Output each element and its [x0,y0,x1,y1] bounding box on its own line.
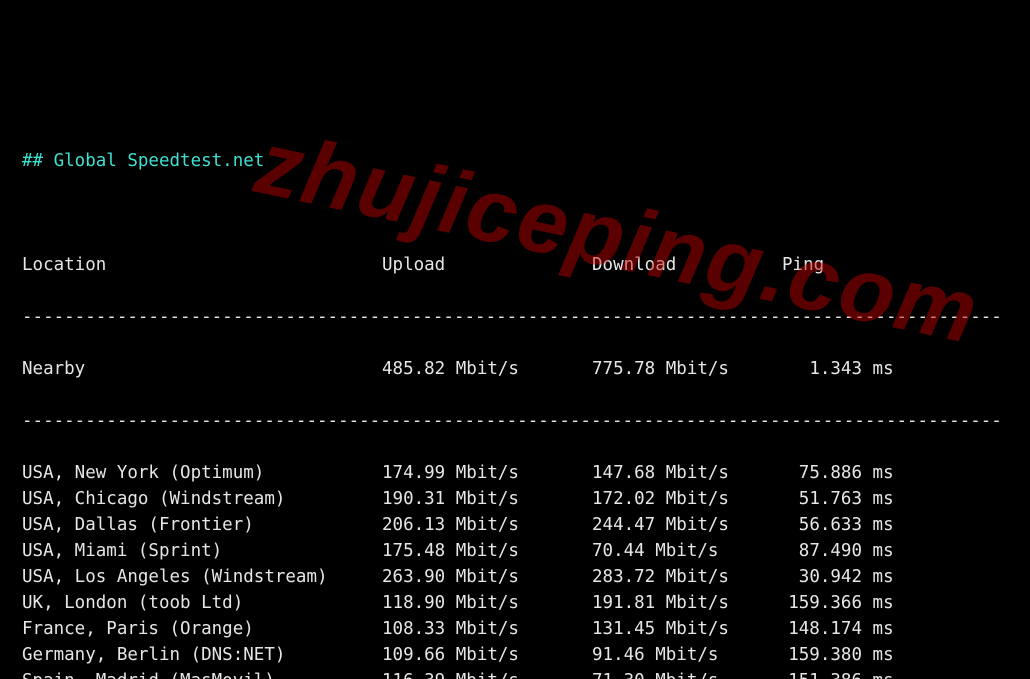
cell-location: USA, Chicago (Windstream) [22,486,382,512]
header-download: Download [592,252,782,278]
table-row: USA, Chicago (Windstream)190.31 Mbit/s17… [22,486,1010,512]
table-row: USA, New York (Optimum)174.99 Mbit/s147.… [22,460,1010,486]
cell-upload: 263.90 Mbit/s [382,564,592,590]
table-row: USA, Miami (Sprint)175.48 Mbit/s70.44 Mb… [22,538,1010,564]
cell-ping: 30.942 ms [782,564,922,590]
cell-download: 147.68 Mbit/s [592,460,782,486]
table-row: Germany, Berlin (DNS:NET)109.66 Mbit/s91… [22,642,1010,668]
cell-location: Germany, Berlin (DNS:NET) [22,642,382,668]
cell-location: USA, New York (Optimum) [22,460,382,486]
cell-upload: 485.82 Mbit/s [382,356,592,382]
cell-download: 283.72 Mbit/s [592,564,782,590]
blank-line [22,200,1010,226]
results-body: USA, New York (Optimum)174.99 Mbit/s147.… [22,460,1010,679]
cell-ping: 87.490 ms [782,538,922,564]
cell-location: France, Paris (Orange) [22,616,382,642]
cell-upload: 109.66 Mbit/s [382,642,592,668]
table-row: Spain, Madrid (MasMovil)116.39 Mbit/s71.… [22,668,1010,679]
table-header: LocationUploadDownloadPing [22,252,1010,278]
cell-location: USA, Miami (Sprint) [22,538,382,564]
cell-location: Nearby [22,356,382,382]
cell-ping: 159.366 ms [782,590,922,616]
cell-location: UK, London (toob Ltd) [22,590,382,616]
table-row: Nearby485.82 Mbit/s775.78 Mbit/s1.343 ms [22,356,1010,382]
cell-ping: 148.174 ms [782,616,922,642]
cell-upload: 206.13 Mbit/s [382,512,592,538]
cell-download: 71.30 Mbit/s [592,668,782,679]
divider: ----------------------------------------… [22,304,1010,330]
header-location: Location [22,252,382,278]
table-row: USA, Dallas (Frontier)206.13 Mbit/s244.4… [22,512,1010,538]
table-row: USA, Los Angeles (Windstream)263.90 Mbit… [22,564,1010,590]
header-upload: Upload [382,252,592,278]
table-row: UK, London (toob Ltd)118.90 Mbit/s191.81… [22,590,1010,616]
cell-location: Spain, Madrid (MasMovil) [22,668,382,679]
cell-ping: 75.886 ms [782,460,922,486]
cell-download: 244.47 Mbit/s [592,512,782,538]
divider: ----------------------------------------… [22,408,1010,434]
cell-ping: 1.343 ms [782,356,922,382]
cell-upload: 108.33 Mbit/s [382,616,592,642]
cell-upload: 174.99 Mbit/s [382,460,592,486]
terminal-output: ## Global Speedtest.net LocationUploadDo… [0,104,1030,679]
cell-ping: 51.763 ms [782,486,922,512]
header-ping: Ping [782,252,922,278]
cell-download: 131.45 Mbit/s [592,616,782,642]
cell-location: USA, Los Angeles (Windstream) [22,564,382,590]
cell-download: 191.81 Mbit/s [592,590,782,616]
cell-upload: 175.48 Mbit/s [382,538,592,564]
cell-download: 775.78 Mbit/s [592,356,782,382]
cell-upload: 116.39 Mbit/s [382,668,592,679]
cell-download: 91.46 Mbit/s [592,642,782,668]
section-title: ## Global Speedtest.net [22,148,1010,174]
cell-ping: 151.386 ms [782,668,922,679]
cell-ping: 159.380 ms [782,642,922,668]
table-row: France, Paris (Orange)108.33 Mbit/s131.4… [22,616,1010,642]
cell-upload: 190.31 Mbit/s [382,486,592,512]
cell-location: USA, Dallas (Frontier) [22,512,382,538]
cell-upload: 118.90 Mbit/s [382,590,592,616]
cell-download: 172.02 Mbit/s [592,486,782,512]
cell-download: 70.44 Mbit/s [592,538,782,564]
cell-ping: 56.633 ms [782,512,922,538]
